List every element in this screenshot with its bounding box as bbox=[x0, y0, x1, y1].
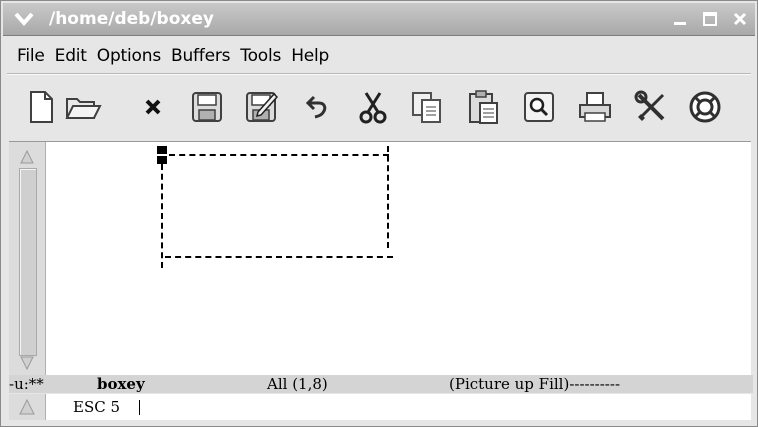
scroll-down-button[interactable] bbox=[18, 354, 36, 372]
save-button[interactable] bbox=[187, 87, 227, 127]
save-icon bbox=[192, 92, 222, 122]
close-buffer-icon bbox=[145, 99, 161, 115]
vertical-scrollbar[interactable] bbox=[9, 142, 46, 376]
minibuffer-text: ESC 5 bbox=[73, 398, 121, 416]
search-icon bbox=[524, 92, 554, 122]
arrow-up-icon bbox=[19, 398, 35, 415]
window-menu-button[interactable] bbox=[9, 8, 39, 30]
minibuffer-scrollbar bbox=[9, 394, 46, 420]
close-window-button[interactable] bbox=[729, 9, 751, 29]
menu-separator bbox=[7, 73, 751, 75]
open-file-button[interactable] bbox=[63, 87, 103, 127]
new-file-button[interactable] bbox=[21, 87, 61, 127]
help-icon bbox=[689, 91, 721, 123]
scroll-up-button[interactable] bbox=[18, 148, 36, 166]
maximize-icon bbox=[703, 12, 717, 26]
close-icon bbox=[733, 12, 747, 26]
scroll-thumb[interactable] bbox=[19, 168, 37, 356]
mode-line: -u:** boxey All (1,8) (Picture up Fill)-… bbox=[9, 375, 753, 393]
menu-tools[interactable]: Tools bbox=[236, 41, 285, 71]
print-icon bbox=[579, 92, 611, 122]
help-button[interactable] bbox=[685, 87, 725, 127]
minimize-button[interactable] bbox=[669, 9, 691, 29]
menu-edit[interactable]: Edit bbox=[51, 41, 91, 71]
cut-icon bbox=[359, 92, 387, 124]
customize-button[interactable] bbox=[631, 87, 671, 127]
box-top-edge bbox=[169, 154, 389, 156]
editor-area[interactable] bbox=[9, 141, 751, 376]
modeline-position: All (1,8) bbox=[267, 375, 328, 393]
open-folder-icon bbox=[65, 98, 102, 119]
arrow-up-icon bbox=[20, 149, 34, 164]
maximize-button[interactable] bbox=[699, 9, 721, 29]
window-title: /home/deb/boxey bbox=[49, 9, 214, 29]
minibuffer[interactable]: ESC 5 bbox=[9, 394, 751, 420]
emacs-window: /home/deb/boxey File Edit Options Buffer… bbox=[0, 0, 758, 427]
paste-button[interactable] bbox=[463, 87, 503, 127]
minibuffer-cursor bbox=[139, 400, 140, 415]
text-cursor bbox=[157, 146, 167, 164]
modeline-status: -u:** bbox=[9, 375, 44, 393]
box-left-edge bbox=[161, 164, 163, 268]
modeline-mode[interactable]: (Picture up Fill)---------- bbox=[449, 375, 620, 393]
menu-file[interactable]: File bbox=[13, 41, 49, 71]
save-as-button[interactable] bbox=[241, 87, 281, 127]
menu-buffers[interactable]: Buffers bbox=[167, 41, 234, 71]
paste-icon bbox=[469, 90, 498, 124]
undo-button[interactable] bbox=[297, 87, 337, 127]
cut-button[interactable] bbox=[353, 87, 393, 127]
chevron-down-icon bbox=[14, 12, 34, 27]
customize-icon bbox=[634, 90, 665, 121]
modeline-buffer-name[interactable]: boxey bbox=[97, 375, 145, 393]
search-button[interactable] bbox=[519, 87, 559, 127]
undo-icon bbox=[305, 95, 327, 119]
arrow-down-icon bbox=[20, 356, 34, 371]
copy-icon bbox=[412, 92, 441, 123]
new-file-icon bbox=[30, 91, 53, 123]
print-button[interactable] bbox=[575, 87, 615, 127]
title-bar[interactable]: /home/deb/boxey bbox=[3, 3, 755, 36]
menu-bar: File Edit Options Buffers Tools Help bbox=[13, 41, 333, 71]
menu-help[interactable]: Help bbox=[287, 41, 333, 71]
close-buffer-button[interactable] bbox=[133, 87, 173, 127]
copy-button[interactable] bbox=[407, 87, 447, 127]
toolbar bbox=[1, 81, 757, 129]
menu-options[interactable]: Options bbox=[93, 41, 165, 71]
box-right-edge bbox=[387, 146, 389, 248]
minimize-icon bbox=[674, 22, 686, 25]
box-bottom-edge bbox=[165, 256, 393, 258]
save-as-icon bbox=[246, 92, 278, 122]
